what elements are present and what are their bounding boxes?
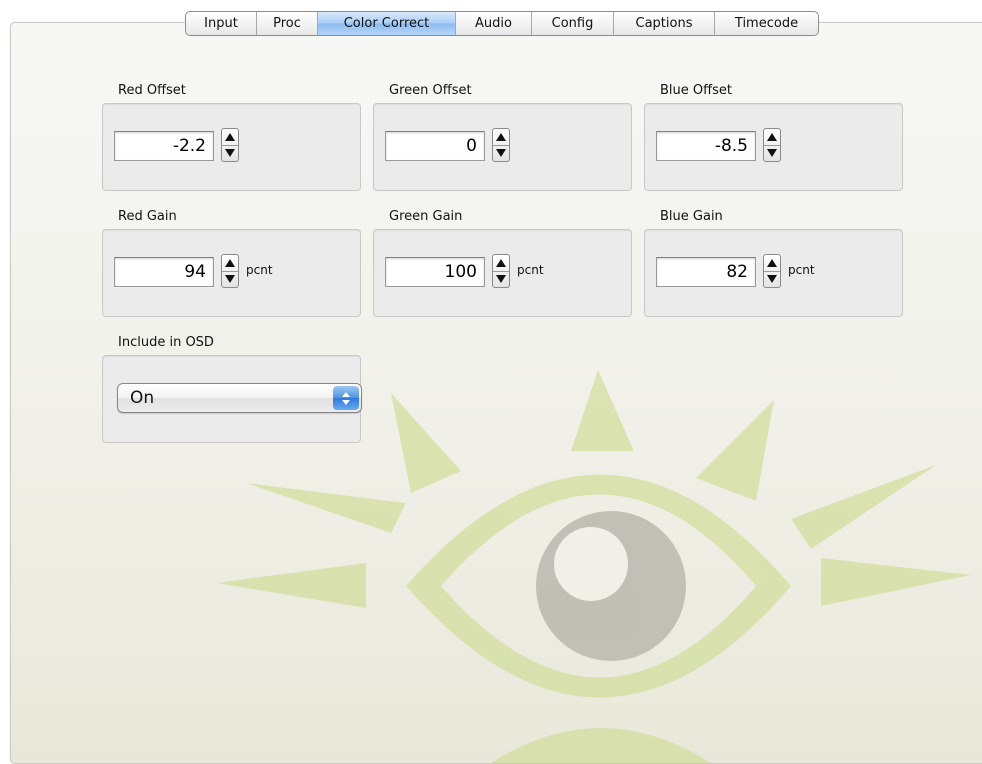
tab-input[interactable]: Input xyxy=(186,12,256,35)
red-gain-stepper[interactable] xyxy=(221,254,239,288)
green-gain-unit: pcnt xyxy=(517,263,544,277)
blue-offset-label: Blue Offset xyxy=(660,83,732,98)
red-gain-decrement-button[interactable] xyxy=(222,271,238,287)
red-gain-box: pcnt xyxy=(102,229,361,317)
blue-offset-input[interactable] xyxy=(656,131,756,161)
osd-label: Include in OSD xyxy=(118,335,214,350)
blue-offset-stepper[interactable] xyxy=(763,128,781,162)
triangle-up-icon xyxy=(496,259,506,267)
red-gain-label: Red Gain xyxy=(118,209,177,224)
blue-offset-decrement-button[interactable] xyxy=(764,145,780,161)
blue-gain-box: pcnt xyxy=(644,229,903,317)
green-gain-increment-button[interactable] xyxy=(493,255,509,272)
triangle-up-icon xyxy=(225,259,235,267)
blue-offset-box xyxy=(644,103,903,191)
blue-gain-input[interactable] xyxy=(656,257,756,287)
tab-captions[interactable]: Captions xyxy=(613,12,714,35)
osd-box: On xyxy=(102,355,362,443)
green-gain-decrement-button[interactable] xyxy=(493,271,509,287)
triangle-down-icon xyxy=(767,275,777,283)
red-gain-increment-button[interactable] xyxy=(222,255,238,272)
tab-proc[interactable]: Proc xyxy=(256,12,317,35)
triangle-down-icon xyxy=(496,275,506,283)
blue-offset-increment-button[interactable] xyxy=(764,129,780,146)
green-gain-label: Green Gain xyxy=(389,209,463,224)
osd-select[interactable]: On xyxy=(117,383,362,413)
blue-gain-unit: pcnt xyxy=(788,263,815,277)
green-gain-box: pcnt xyxy=(373,229,632,317)
red-offset-stepper[interactable] xyxy=(221,128,239,162)
red-offset-label: Red Offset xyxy=(118,83,186,98)
triangle-down-icon xyxy=(225,149,235,157)
blue-gain-label: Blue Gain xyxy=(660,209,723,224)
red-offset-box xyxy=(102,103,361,191)
green-gain-input[interactable] xyxy=(385,257,485,287)
green-offset-label: Green Offset xyxy=(389,83,472,98)
updown-chevron-icon xyxy=(333,386,359,410)
tab-bar: Input Proc Color Correct Audio Config Caption… xyxy=(185,11,819,36)
red-offset-increment-button[interactable] xyxy=(222,129,238,146)
tab-pane: Red Offset Green Offset Blue Offset xyxy=(10,22,982,764)
triangle-down-icon xyxy=(767,149,777,157)
green-offset-input[interactable] xyxy=(385,131,485,161)
tab-audio[interactable]: Audio xyxy=(455,12,531,35)
blue-gain-increment-button[interactable] xyxy=(764,255,780,272)
red-offset-input[interactable] xyxy=(114,131,214,161)
blue-gain-stepper[interactable] xyxy=(763,254,781,288)
red-gain-unit: pcnt xyxy=(246,263,273,277)
green-offset-stepper[interactable] xyxy=(492,128,510,162)
triangle-up-icon xyxy=(496,133,506,141)
tab-timecode[interactable]: Timecode xyxy=(714,12,818,35)
blue-gain-decrement-button[interactable] xyxy=(764,271,780,287)
green-gain-stepper[interactable] xyxy=(492,254,510,288)
triangle-down-icon xyxy=(496,149,506,157)
triangle-up-icon xyxy=(767,133,777,141)
triangle-up-icon xyxy=(767,259,777,267)
green-offset-increment-button[interactable] xyxy=(493,129,509,146)
triangle-down-icon xyxy=(225,275,235,283)
triangle-up-icon xyxy=(225,133,235,141)
tab-color-correct[interactable]: Color Correct xyxy=(317,12,455,35)
green-offset-decrement-button[interactable] xyxy=(493,145,509,161)
green-offset-box xyxy=(373,103,632,191)
osd-select-value: On xyxy=(130,388,155,408)
red-offset-decrement-button[interactable] xyxy=(222,145,238,161)
tab-config[interactable]: Config xyxy=(531,12,613,35)
red-gain-input[interactable] xyxy=(114,257,214,287)
